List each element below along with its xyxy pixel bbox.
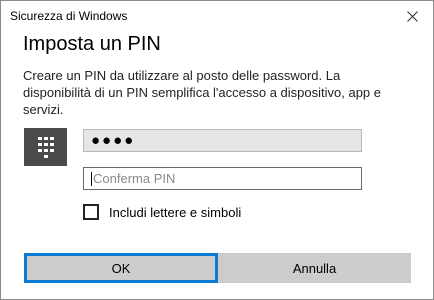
- keypad-icon: [37, 137, 54, 158]
- pin-dialog: Sicurezza di Windows Imposta un PIN Crea…: [0, 0, 434, 300]
- text-caret: [91, 171, 92, 186]
- confirm-pin-input[interactable]: Conferma PIN: [83, 167, 362, 190]
- include-letters-checkbox[interactable]: [83, 204, 99, 220]
- ok-button[interactable]: OK: [24, 253, 218, 283]
- include-letters-label[interactable]: Includi lettere e simboli: [109, 205, 241, 220]
- title-bar: Sicurezza di Windows: [1, 1, 433, 31]
- pin-input[interactable]: ●●●●: [83, 129, 362, 152]
- window-title: Sicurezza di Windows: [10, 9, 128, 23]
- confirm-pin-placeholder: Conferma PIN: [93, 171, 176, 186]
- include-letters-option[interactable]: Includi lettere e simboli: [83, 204, 241, 220]
- pin-tile: [24, 128, 67, 166]
- close-icon: [406, 10, 418, 22]
- dialog-description: Creare un PIN da utilizzare al posto del…: [23, 68, 382, 117]
- dialog-heading: Imposta un PIN: [23, 33, 161, 55]
- cancel-button[interactable]: Annulla: [218, 253, 411, 283]
- pin-masked-value: ●●●●: [91, 132, 136, 149]
- close-button[interactable]: [401, 6, 423, 26]
